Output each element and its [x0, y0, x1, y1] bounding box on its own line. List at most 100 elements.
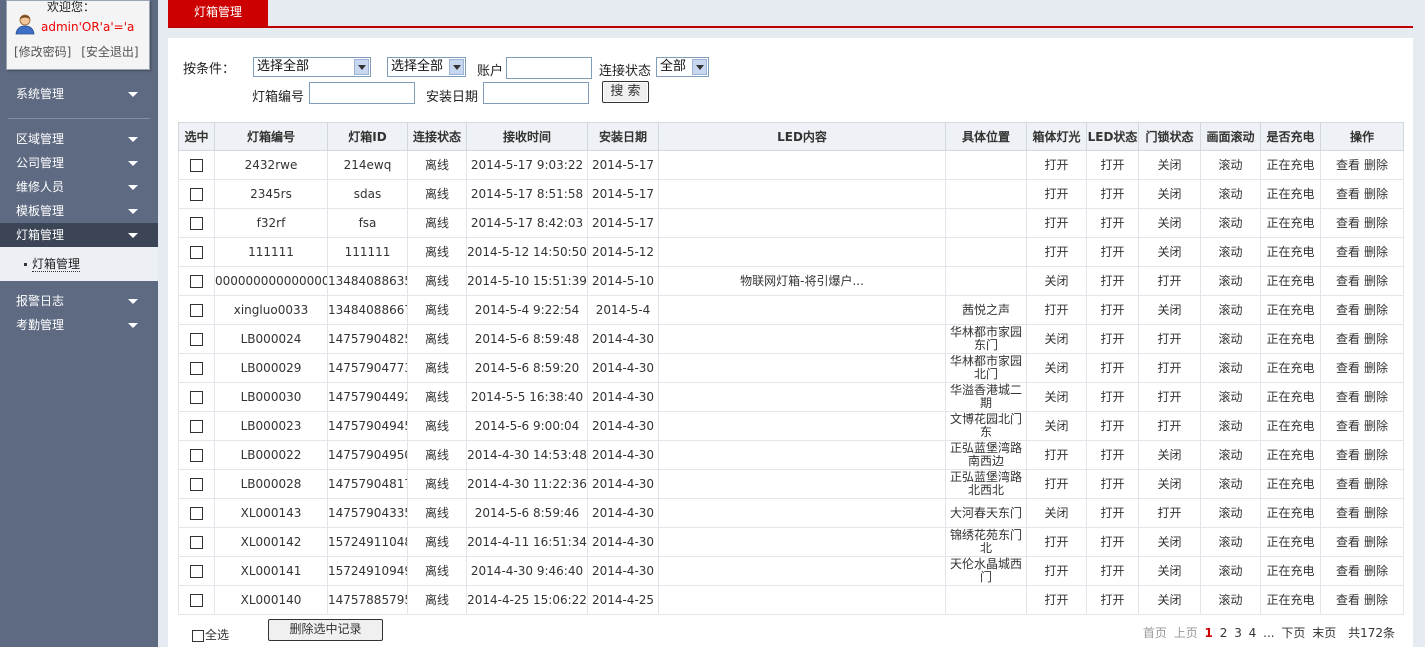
region-select[interactable]: 选择全部: [253, 57, 371, 77]
row-checkbox[interactable]: [190, 593, 203, 607]
view-link[interactable]: 查看: [1336, 158, 1360, 172]
pager-page-4[interactable]: 4: [1249, 626, 1257, 640]
delete-link[interactable]: 删除: [1364, 187, 1388, 201]
sidebar-item-system[interactable]: 系统管理: [0, 82, 158, 106]
cell-location: 华林都市家园东门: [945, 324, 1027, 354]
delete-link[interactable]: 删除: [1364, 303, 1388, 317]
view-link[interactable]: 查看: [1336, 216, 1360, 230]
sidebar-item-repair-staff[interactable]: 维修人员: [0, 175, 158, 199]
row-checkbox[interactable]: [190, 274, 203, 288]
view-link[interactable]: 查看: [1336, 332, 1360, 346]
row-checkbox[interactable]: [190, 448, 203, 462]
chevron-down-icon[interactable]: [354, 59, 369, 75]
cell-location: 天伦水晶城西门: [945, 556, 1027, 586]
select-all[interactable]: 全选: [192, 626, 229, 643]
cell-connection-status: 离线: [407, 150, 467, 180]
delete-link[interactable]: 删除: [1364, 390, 1388, 404]
table-row: 0000000000000000 13484088635 离线 2014-5-10 1…: [178, 266, 1404, 296]
sidebar-item-alarm-log[interactable]: 报警日志: [0, 289, 158, 313]
install-date-input[interactable]: [483, 82, 589, 104]
view-link[interactable]: 查看: [1336, 477, 1360, 491]
region-select-value: 选择全部: [257, 59, 310, 74]
tab-lightbox-management[interactable]: 灯箱管理: [168, 0, 268, 26]
box-number-input[interactable]: [309, 82, 415, 104]
view-link[interactable]: 查看: [1336, 245, 1360, 259]
pager-last[interactable]: 末页: [1312, 626, 1336, 640]
logout-link[interactable]: [安全退出]: [81, 45, 138, 59]
search-button[interactable]: 搜 索: [602, 81, 649, 103]
row-checkbox[interactable]: [190, 216, 203, 230]
select-all-checkbox[interactable]: [192, 629, 204, 642]
view-link[interactable]: 查看: [1336, 535, 1360, 549]
delete-link[interactable]: 删除: [1364, 448, 1388, 462]
chevron-down-icon[interactable]: [692, 59, 707, 75]
row-checkbox[interactable]: [190, 303, 203, 317]
view-link[interactable]: 查看: [1336, 361, 1360, 375]
view-link[interactable]: 查看: [1336, 564, 1360, 578]
row-checkbox[interactable]: [190, 245, 203, 259]
cell-box-light: 打开: [1026, 237, 1087, 267]
chevron-down-icon: [128, 209, 138, 214]
delete-link[interactable]: 删除: [1364, 274, 1388, 288]
delete-selected-button[interactable]: 删除选中记录: [268, 619, 383, 641]
delete-link[interactable]: 删除: [1364, 593, 1388, 607]
delete-link[interactable]: 删除: [1364, 564, 1388, 578]
view-link[interactable]: 查看: [1336, 303, 1360, 317]
cell-box-id: 15724911048: [327, 527, 408, 557]
cell-charging-state: 正在充电: [1260, 295, 1321, 325]
cell-box-number: f32rf: [214, 208, 328, 238]
delete-link[interactable]: 删除: [1364, 332, 1388, 346]
sidebar-item-attendance[interactable]: 考勤管理: [0, 313, 158, 337]
delete-link[interactable]: 删除: [1364, 535, 1388, 549]
row-checkbox[interactable]: [190, 361, 203, 375]
row-checkbox[interactable]: [190, 564, 203, 578]
cell-connection-status: 离线: [407, 498, 467, 528]
pager-page-2[interactable]: 2: [1220, 626, 1228, 640]
cell-connection-status: 离线: [407, 411, 467, 441]
cell-box-id: 14757904817: [327, 469, 408, 499]
delete-link[interactable]: 删除: [1364, 419, 1388, 433]
view-link[interactable]: 查看: [1336, 390, 1360, 404]
delete-link[interactable]: 删除: [1364, 361, 1388, 375]
pager-page-3[interactable]: 3: [1234, 626, 1242, 640]
row-checkbox[interactable]: [190, 187, 203, 201]
sidebar-item-template[interactable]: 模板管理: [0, 199, 158, 223]
delete-link[interactable]: 删除: [1364, 245, 1388, 259]
delete-link[interactable]: 删除: [1364, 158, 1388, 172]
delete-link[interactable]: 删除: [1364, 506, 1388, 520]
cell-box-light: 关闭: [1026, 498, 1087, 528]
sidebar-item-lightbox[interactable]: 灯箱管理: [0, 223, 158, 247]
sidebar-item-label: 维修人员: [16, 180, 65, 194]
view-link[interactable]: 查看: [1336, 506, 1360, 520]
view-link[interactable]: 查看: [1336, 448, 1360, 462]
delete-link[interactable]: 删除: [1364, 477, 1388, 491]
cell-led-content: [658, 411, 946, 441]
sidebar: 欢迎您： admin'OR'a'='a [修改密码] [安全退出] 系统管理 区…: [0, 0, 158, 647]
chevron-down-icon[interactable]: [449, 59, 464, 75]
row-checkbox[interactable]: [190, 477, 203, 491]
view-link[interactable]: 查看: [1336, 274, 1360, 288]
pager-total: 共172条: [1348, 626, 1395, 640]
sidebar-item-company[interactable]: 公司管理: [0, 151, 158, 175]
row-checkbox[interactable]: [190, 506, 203, 520]
connection-status-select[interactable]: 全部: [656, 57, 709, 77]
view-link[interactable]: 查看: [1336, 593, 1360, 607]
row-checkbox[interactable]: [190, 390, 203, 404]
row-checkbox[interactable]: [190, 419, 203, 433]
row-checkbox[interactable]: [190, 332, 203, 346]
row-checkbox[interactable]: [190, 535, 203, 549]
cell-receive-time: 2014-4-30 9:46:40: [466, 556, 588, 586]
view-link[interactable]: 查看: [1336, 187, 1360, 201]
cell-led-state: 打开: [1086, 469, 1139, 499]
pager-next[interactable]: 下页: [1281, 626, 1305, 640]
sidebar-subitem-label[interactable]: 灯箱管理: [32, 257, 81, 272]
pager-prev: 上页: [1173, 626, 1198, 640]
view-link[interactable]: 查看: [1336, 419, 1360, 433]
delete-link[interactable]: 删除: [1364, 216, 1388, 230]
sidebar-item-region[interactable]: 区域管理: [0, 127, 158, 151]
change-password-link[interactable]: [修改密码]: [14, 45, 71, 59]
company-select[interactable]: 选择全部: [387, 57, 466, 77]
account-input[interactable]: [506, 57, 592, 79]
row-checkbox[interactable]: [190, 158, 203, 172]
sidebar-subitem-lightbox[interactable]: 灯箱管理: [0, 247, 158, 281]
